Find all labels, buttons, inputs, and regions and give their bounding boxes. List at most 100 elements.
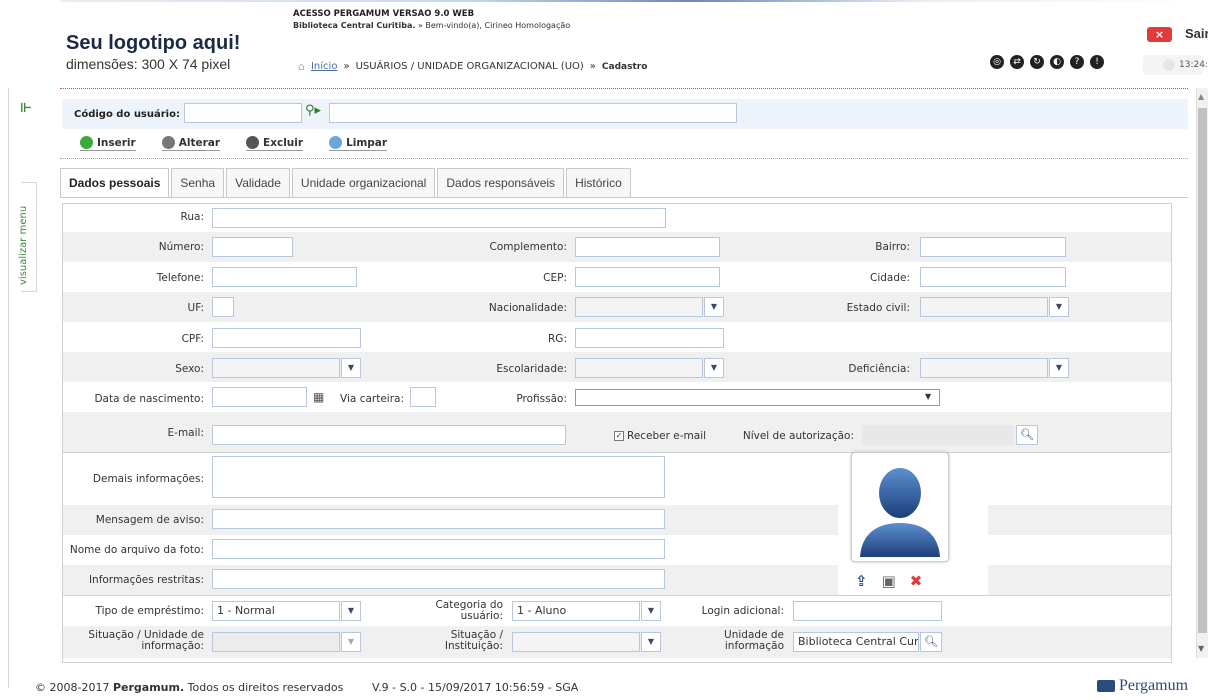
pergamum-logo: Pergamum	[1097, 677, 1188, 695]
globe-icon[interactable]: ◎	[990, 55, 1004, 69]
scroll-down-icon[interactable]: ▼	[1198, 644, 1204, 653]
district-input[interactable]	[920, 237, 1066, 257]
restricted-info-label: Informações restritas:	[88, 574, 204, 586]
tab-dados-responsaveis[interactable]: Dados responsáveis	[437, 168, 565, 198]
chevron-down-icon[interactable]: ▼	[341, 358, 361, 378]
divider	[60, 158, 1188, 159]
search-icon[interactable]: 🔍︎	[920, 632, 942, 652]
tab-historico[interactable]: Histórico	[566, 168, 631, 198]
user-photo	[851, 452, 949, 562]
chevron-down-icon[interactable]: ▼	[704, 358, 724, 378]
cep-input[interactable]	[575, 267, 720, 287]
nationality-select[interactable]	[575, 297, 703, 317]
info-unit-input[interactable]: Biblioteca Central Cur	[793, 632, 919, 652]
chevron-down-icon[interactable]: ▼	[341, 632, 361, 652]
insert-button[interactable]: Inserir	[80, 136, 136, 151]
camera-icon[interactable]: ▣	[882, 572, 896, 590]
scrollbar-thumb[interactable]	[1198, 108, 1207, 633]
logout-button[interactable]: Sair	[1185, 26, 1208, 41]
additional-login-input[interactable]	[793, 601, 942, 621]
calendar-icon[interactable]: ▦	[313, 390, 324, 404]
card-copy-input[interactable]	[410, 387, 436, 407]
chevron-down-icon[interactable]: ▼	[641, 601, 661, 621]
plus-icon	[80, 136, 93, 149]
chevron-down-icon[interactable]: ▼	[1049, 297, 1069, 317]
delete-button[interactable]: Excluir	[246, 136, 304, 151]
status-unit-select[interactable]	[212, 632, 340, 652]
street-input[interactable]	[212, 208, 666, 228]
user-name-input[interactable]	[329, 103, 737, 123]
complement-input[interactable]	[575, 237, 720, 257]
education-select[interactable]	[575, 358, 703, 378]
welcome-text: » Bem-vindo(a), Cirineo Homologação	[417, 21, 571, 30]
left-rail-border	[8, 88, 9, 688]
city-input[interactable]	[920, 267, 1066, 287]
photo-filename-input[interactable]	[212, 539, 665, 559]
delete-photo-icon[interactable]: ✖	[910, 572, 923, 590]
chevron-down-icon[interactable]: ▼	[704, 297, 724, 317]
status-institution-select[interactable]	[512, 632, 640, 652]
tab-dados-pessoais[interactable]: Dados pessoais	[60, 168, 170, 198]
user-code-label: Código do usuário:	[74, 109, 180, 120]
upload-icon[interactable]: ⇪	[855, 572, 868, 590]
action-bar: Inserir Alterar Excluir Limpar	[80, 136, 388, 151]
home-icon: ⌂	[298, 60, 305, 73]
birth-date-input[interactable]	[212, 387, 307, 407]
search-icon[interactable]: 🔍︎	[1016, 425, 1038, 445]
status-unit-label-line2: informação:	[141, 640, 204, 652]
refresh-icon[interactable]: ↻	[1030, 55, 1044, 69]
loan-type-select[interactable]: 1 - Normal	[212, 601, 340, 621]
alter-label: Alterar	[178, 136, 221, 149]
photo-actions: ⇪ ▣ ✖	[855, 572, 922, 590]
marital-status-label: Estado civil:	[846, 302, 910, 314]
rg-input[interactable]	[575, 328, 724, 348]
sex-select[interactable]	[212, 358, 340, 378]
breadcrumb: ⌂ Início » USUÁRIOS / UNIDADE ORGANIZACI…	[298, 60, 647, 73]
user-category-select[interactable]: 1 - Aluno	[512, 601, 640, 621]
alter-button[interactable]: Alterar	[161, 136, 221, 151]
warning-message-input[interactable]	[212, 509, 665, 529]
search-user-icon[interactable]: ⚲▸	[305, 103, 327, 123]
chevron-down-icon[interactable]: ▼	[925, 392, 931, 401]
alert-icon[interactable]: !	[1090, 55, 1104, 69]
street-label: Rua:	[180, 211, 204, 223]
city-label: Cidade:	[869, 272, 910, 284]
chevron-down-icon[interactable]: ▼	[1049, 358, 1069, 378]
tab-unidade-organizacional[interactable]: Unidade organizacional	[291, 168, 436, 198]
share-icon[interactable]: ⇄	[1010, 55, 1024, 69]
disability-select[interactable]	[920, 358, 1048, 378]
email-field[interactable]	[212, 425, 566, 445]
toolbar-icons: ◎ ⇄ ↻ ◐ ? !	[990, 55, 1104, 69]
pergamum-mark-icon	[1097, 680, 1115, 692]
info-icon[interactable]: ?	[1070, 55, 1084, 69]
scroll-up-icon[interactable]: ▲	[1198, 92, 1204, 101]
receive-email-checkbox[interactable]: ✓ Receber e-mail	[614, 430, 706, 442]
help-icon[interactable]: ◐	[1050, 55, 1064, 69]
insert-label: Inserir	[97, 136, 136, 149]
user-code-input[interactable]	[184, 103, 302, 123]
chevron-down-icon[interactable]: ▼	[641, 632, 661, 652]
copyright-years: © 2008-2017	[35, 681, 110, 694]
rg-label: RG:	[548, 333, 567, 345]
tab-validade[interactable]: Validade	[226, 168, 290, 198]
breadcrumb-home-link[interactable]: Início	[311, 61, 337, 72]
chevron-down-icon[interactable]: ▼	[341, 601, 361, 621]
library-welcome: Biblioteca Central Curitiba. » Bem-vindo…	[293, 21, 570, 30]
expand-menu-icon[interactable]: ⊩	[20, 101, 32, 116]
logout-icon[interactable]: ×	[1147, 27, 1172, 42]
other-info-textarea[interactable]	[212, 456, 665, 498]
authorization-level-input[interactable]	[862, 425, 1014, 445]
cep-label: CEP:	[543, 272, 567, 284]
phone-input[interactable]	[212, 267, 357, 287]
profession-select[interactable]	[575, 389, 940, 406]
number-input[interactable]	[212, 237, 293, 257]
additional-login-label: Login adicional:	[701, 605, 784, 617]
state-input[interactable]	[212, 297, 234, 317]
sex-label: Sexo:	[175, 363, 204, 375]
cpf-input[interactable]	[212, 328, 361, 348]
menu-toggle-label[interactable]: visualizar menu	[18, 206, 29, 285]
clear-button[interactable]: Limpar	[329, 136, 388, 151]
restricted-info-input[interactable]	[212, 569, 665, 589]
tab-senha[interactable]: Senha	[171, 168, 225, 198]
marital-status-select[interactable]	[920, 297, 1048, 317]
